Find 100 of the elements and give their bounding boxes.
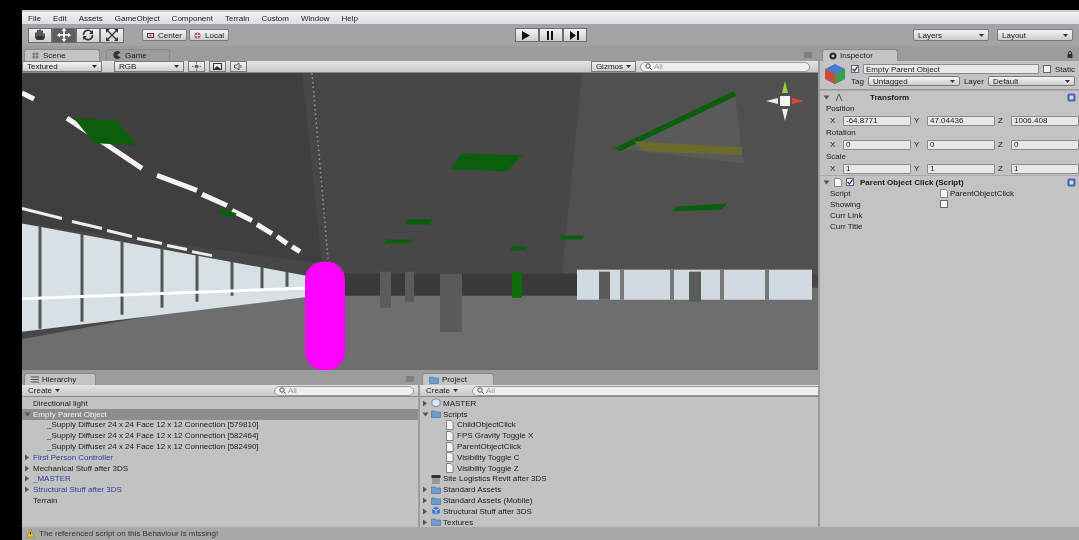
tree-item[interactable]: Scripts bbox=[420, 408, 818, 420]
tree-item[interactable]: Directional light bbox=[22, 398, 418, 409]
menu-item[interactable]: Help bbox=[341, 13, 358, 23]
color-mode-dropdown[interactable]: RGB bbox=[114, 61, 184, 72]
enabled-checkbox[interactable] bbox=[846, 178, 854, 186]
tree-item[interactable]: Visibility Toggle Z bbox=[420, 462, 818, 474]
name-field[interactable]: Empty Parent Object bbox=[863, 64, 1039, 74]
number-field[interactable]: 0 bbox=[927, 139, 995, 150]
menu-item[interactable]: GameObject bbox=[114, 13, 160, 23]
tag-dropdown[interactable]: Untagged bbox=[867, 76, 960, 86]
grid-icon bbox=[31, 51, 40, 60]
scene-toggle-button[interactable] bbox=[230, 61, 247, 72]
panel-tab[interactable]: Project bbox=[422, 373, 494, 385]
number-field[interactable]: 1 bbox=[1011, 163, 1079, 174]
menu-item[interactable]: Window bbox=[301, 13, 330, 23]
number-field[interactable]: 0 bbox=[843, 139, 911, 150]
script-file-icon bbox=[445, 430, 455, 441]
component-title: Parent Object Click (Script) bbox=[860, 177, 964, 187]
toggle-checkbox[interactable] bbox=[940, 199, 948, 208]
tree-item[interactable]: Structural Stuff after 3DS bbox=[22, 484, 418, 496]
object-field[interactable]: ParentObjectClick bbox=[940, 188, 1079, 199]
tree-item[interactable]: Terrain bbox=[22, 495, 418, 506]
static-checkbox[interactable] bbox=[1043, 65, 1051, 73]
sun-icon bbox=[192, 62, 201, 71]
panel-tab[interactable]: Scene bbox=[24, 49, 100, 61]
menu-item[interactable]: File bbox=[28, 13, 41, 23]
tree-item[interactable]: Visibility Toggle C bbox=[420, 452, 818, 463]
tree-item[interactable]: ParentObjectClick bbox=[420, 441, 818, 452]
number-field[interactable]: 47.04436 bbox=[927, 115, 995, 126]
tool-button[interactable] bbox=[76, 27, 100, 43]
tree-item[interactable]: Mechanical Stuff after 3DS bbox=[22, 462, 418, 474]
caret-icon bbox=[174, 65, 179, 68]
tree-item[interactable]: _MASTER bbox=[22, 473, 418, 485]
caret-icon bbox=[55, 389, 60, 392]
tree-item[interactable]: _Supply Diffuser 24 x 24 Face 12 x 12 Connection [582464] bbox=[22, 430, 418, 442]
gizmos-dropdown[interactable]: Gizmos bbox=[590, 61, 636, 72]
number-field[interactable]: 0 bbox=[1011, 139, 1079, 150]
caret-icon bbox=[979, 33, 984, 37]
pivot-center-icon bbox=[147, 31, 155, 39]
tag-label: Tag bbox=[851, 76, 864, 86]
number-field[interactable]: 1 bbox=[843, 163, 911, 174]
tool-button[interactable] bbox=[100, 27, 124, 43]
image-icon bbox=[213, 62, 222, 71]
tree-item[interactable]: Standard Assets bbox=[420, 484, 818, 496]
number-field[interactable]: -64.8771 bbox=[843, 115, 911, 126]
tree-item[interactable]: First Person Controller bbox=[22, 452, 418, 463]
layer-dropdown[interactable]: Default bbox=[987, 76, 1075, 86]
playback-button[interactable] bbox=[562, 28, 587, 42]
pivot-button[interactable]: Local bbox=[189, 29, 230, 41]
menu-item[interactable]: Assets bbox=[78, 13, 103, 23]
menu-item[interactable]: Terrain bbox=[224, 13, 250, 23]
search-icon bbox=[279, 387, 286, 394]
scene-viewport-drawing[interactable] bbox=[22, 73, 818, 370]
tree-item[interactable]: Textures bbox=[420, 516, 818, 527]
scale-arrows-icon bbox=[105, 28, 119, 42]
property-label: Rotation bbox=[826, 128, 856, 137]
speaker-icon bbox=[234, 62, 243, 71]
panel-tab[interactable]: Hierarchy bbox=[24, 373, 96, 385]
caret-icon bbox=[1063, 33, 1068, 37]
menu-item[interactable]: Edit bbox=[52, 13, 67, 23]
axis-label: X bbox=[830, 164, 837, 173]
menu-item[interactable]: Custom bbox=[261, 13, 289, 23]
number-field[interactable]: 1 bbox=[927, 163, 995, 174]
create-dropdown[interactable]: Create bbox=[424, 385, 460, 396]
tree-item[interactable]: ChildObjectClick bbox=[420, 419, 818, 431]
search-icon bbox=[645, 63, 652, 70]
layers-dropdown[interactable]: Layers bbox=[913, 29, 989, 41]
tree-item[interactable]: FPS Gravity Toggle X bbox=[420, 430, 818, 442]
active-checkbox[interactable] bbox=[851, 65, 859, 73]
tree-item[interactable]: _Supply Diffuser 24 x 24 Face 12 x 12 Connection [582490] bbox=[22, 441, 418, 452]
scene-toggle-button[interactable] bbox=[188, 61, 205, 72]
tree-item[interactable]: Standard Assets (Mobile) bbox=[420, 495, 818, 506]
tree-item[interactable]: Site Logistics Revit after 3DS bbox=[420, 473, 818, 485]
render-mode-dropdown[interactable]: Textured bbox=[22, 61, 102, 72]
playback-button[interactable] bbox=[538, 28, 563, 42]
scene-toggle-button[interactable] bbox=[209, 61, 226, 72]
caret-icon bbox=[453, 389, 458, 392]
pivot-button[interactable]: Center bbox=[142, 29, 187, 41]
tree-item[interactable]: Structural Stuff after 3DS bbox=[420, 505, 818, 517]
axis-label: X bbox=[830, 140, 837, 149]
property-label: Position bbox=[826, 104, 855, 113]
layout-dropdown[interactable]: Layout bbox=[997, 29, 1073, 41]
property-label: Scale bbox=[826, 152, 846, 161]
layer-label: Layer bbox=[963, 76, 984, 86]
folder-icon bbox=[431, 484, 441, 495]
tree-item[interactable]: _Supply Diffuser 24 x 24 Face 12 x 12 Connection [579810] bbox=[22, 419, 418, 431]
help-icon bbox=[1067, 92, 1076, 102]
create-dropdown[interactable]: Create bbox=[26, 385, 62, 396]
tool-button[interactable] bbox=[52, 27, 76, 43]
pacman-icon bbox=[113, 51, 122, 60]
number-field[interactable]: 1006.408 bbox=[1011, 115, 1079, 126]
tool-button[interactable] bbox=[28, 27, 52, 43]
axis-label: Z bbox=[998, 116, 1004, 125]
lock-icon bbox=[1067, 51, 1073, 58]
panel-tab[interactable]: Inspector bbox=[822, 49, 898, 61]
folder-icon bbox=[431, 495, 441, 506]
playback-button[interactable] bbox=[514, 28, 539, 42]
tree-item[interactable]: MASTER bbox=[420, 398, 818, 409]
checkmark-icon bbox=[847, 179, 853, 185]
menu-item[interactable]: Component bbox=[171, 13, 213, 23]
